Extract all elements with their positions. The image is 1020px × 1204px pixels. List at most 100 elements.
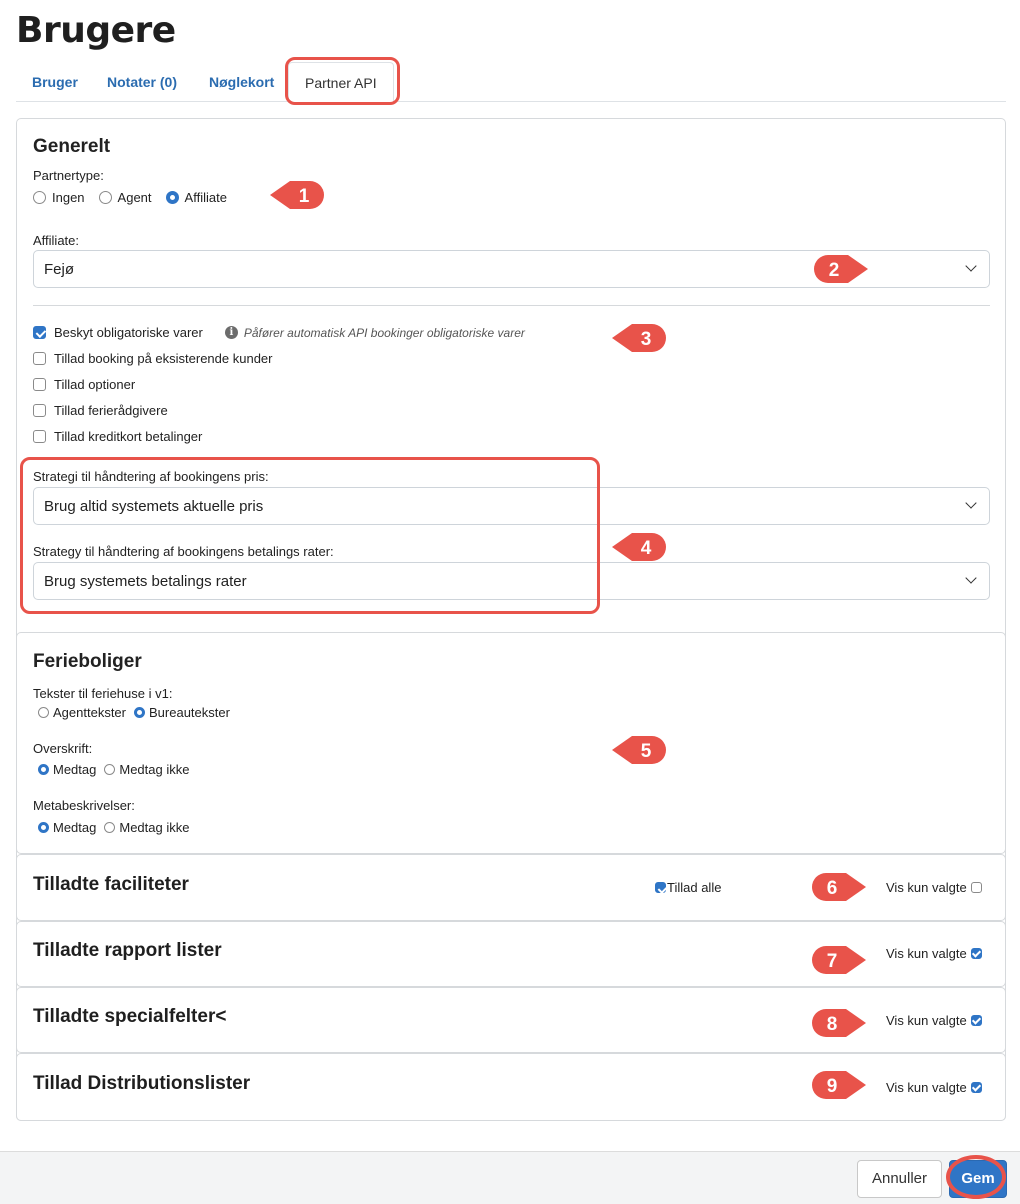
existing-customers-label: Tillad booking på eksisterende kunder [54, 351, 273, 366]
svg-text:6: 6 [827, 878, 838, 899]
partner-type-ingen-radio[interactable] [33, 191, 46, 204]
radio-label: Medtag [53, 762, 97, 777]
headline-label: Overskrift: [33, 741, 93, 756]
svg-text:4: 4 [641, 538, 652, 559]
page-title: Brugere [16, 10, 176, 51]
annotation-marker-6: 6 [812, 873, 866, 901]
svg-text:2: 2 [829, 260, 840, 281]
radio-label: Agenttekster [53, 705, 126, 720]
agent-texts-radio[interactable] [38, 707, 49, 718]
annotation-marker-7: 7 [812, 946, 866, 974]
checkbox-row-holiday-advisors: Tillad ferierådgivere [33, 403, 168, 418]
texts-radio-group: Agenttekster Bureautekster [38, 705, 244, 720]
distribution-lists-show-selected-checkbox[interactable] [970, 1082, 982, 1093]
protect-mandatory-checkbox[interactable] [33, 326, 46, 339]
checkbox-row-protect-mandatory: Beskyt obligatoriske varer i Påfører aut… [33, 325, 525, 340]
protect-mandatory-hint: Påfører automatisk API bookinger obligat… [243, 325, 525, 340]
annotation-marker-2: 2 [814, 255, 868, 283]
existing-customers-checkbox[interactable] [33, 352, 46, 365]
tab-bruger[interactable]: Bruger [32, 74, 78, 90]
holiday-homes-title: Ferieboliger [33, 651, 142, 672]
divider [33, 305, 990, 306]
meta-include-radio[interactable] [38, 822, 49, 833]
price-strategy-select[interactable]: Brug altid systemets aktuelle pris [33, 487, 990, 525]
checkbox-row-credit-card: Tillad kreditkort betalinger [33, 429, 202, 444]
tab-partner-api[interactable]: Partner API [288, 62, 394, 103]
holiday-advisors-label: Tillad ferierådgivere [54, 403, 168, 418]
rates-strategy-label: Strategy til håndtering af bookingens be… [33, 544, 334, 559]
cancel-button[interactable]: Annuller [857, 1160, 942, 1198]
distribution-lists-title: Tillad Distributionslister [33, 1073, 251, 1094]
annotation-marker-3: 3 [612, 324, 666, 352]
special-fields-title: Tilladte specialfelter< [33, 1006, 227, 1027]
rates-strategy-select[interactable]: Brug systemets betalings rater [33, 562, 990, 600]
holiday-advisors-checkbox[interactable] [33, 404, 46, 417]
price-strategy-value: Brug altid systemets aktuelle pris [44, 498, 264, 515]
report-lists-show-selected: Vis kun valgte [886, 946, 982, 961]
allow-all-checkbox[interactable] [655, 882, 666, 893]
radio-label: Medtag ikke [119, 762, 190, 777]
partner-type-radio-group: Ingen Agent Affiliate [33, 190, 241, 205]
chevron-down-icon [965, 572, 977, 584]
options-checkbox[interactable] [33, 378, 46, 391]
meta-label: Metabeskrivelser: [33, 798, 135, 813]
checkbox-row-options: Tillad optioner [33, 377, 135, 392]
rates-strategy-value: Brug systemets betalings rater [44, 573, 247, 590]
headline-include-radio[interactable] [38, 764, 49, 775]
affiliate-label: Affiliate: [33, 233, 80, 248]
general-section-title: Generelt [33, 136, 111, 157]
facilities-show-selected: Vis kun valgte [886, 880, 982, 895]
chevron-down-icon [965, 497, 977, 509]
checkbox-row-existing-customers: Tillad booking på eksisterende kunder [33, 351, 273, 366]
info-icon: i [224, 326, 238, 339]
distribution-lists-show-selected: Vis kun valgte [886, 1080, 982, 1095]
svg-text:3: 3 [641, 329, 652, 350]
report-lists-title: Tilladte rapport lister [33, 940, 222, 961]
annotation-marker-4: 4 [612, 533, 666, 561]
annotation-marker-5: 5 [612, 736, 666, 764]
tab-noeglekort[interactable]: Nøglekort [209, 74, 274, 90]
special-fields-show-selected-checkbox[interactable] [970, 1015, 982, 1026]
meta-exclude-radio[interactable] [104, 822, 116, 833]
show-selected-label: Vis kun valgte [886, 1013, 967, 1028]
show-selected-label: Vis kun valgte [886, 880, 967, 895]
affiliate-select-value: Fejø [44, 261, 74, 278]
facilities-show-selected-checkbox[interactable] [970, 882, 982, 893]
options-label: Tillad optioner [54, 377, 136, 392]
partner-type-agent-radio[interactable] [98, 191, 112, 204]
radio-label: Ingen [52, 190, 85, 205]
facilities-title: Tilladte faciliteter [33, 874, 189, 895]
partner-type-label: Partnertype: [33, 168, 104, 183]
tab-bar: Bruger Notater (0) Nøglekort Partner API [16, 62, 1006, 103]
annotation-marker-8: 8 [812, 1009, 866, 1037]
chevron-down-icon [965, 260, 977, 272]
annotation-marker-9: 9 [812, 1071, 866, 1099]
svg-text:7: 7 [827, 951, 838, 972]
tab-notater[interactable]: Notater (0) [107, 74, 177, 90]
svg-text:1: 1 [299, 186, 310, 207]
report-lists-show-selected-checkbox[interactable] [970, 948, 982, 959]
footer-bar: Annuller Gem [0, 1151, 1020, 1204]
headline-exclude-radio[interactable] [104, 764, 116, 775]
radio-label: Agent [117, 190, 152, 205]
partner-type-affiliate-radio[interactable] [165, 191, 179, 204]
price-strategy-label: Strategi til håndtering af bookingens pr… [33, 469, 269, 484]
credit-card-checkbox[interactable] [33, 430, 46, 443]
radio-label: Medtag ikke [119, 820, 190, 835]
meta-radio-group: Medtag Medtag ikke [38, 820, 203, 835]
show-selected-label: Vis kun valgte [886, 1080, 967, 1095]
credit-card-label: Tillad kreditkort betalinger [54, 429, 203, 444]
save-button[interactable]: Gem [949, 1160, 1007, 1198]
special-fields-show-selected: Vis kun valgte [886, 1013, 982, 1028]
show-selected-label: Vis kun valgte [886, 946, 967, 961]
allow-all-row: Tillad alle [655, 880, 721, 895]
svg-text:9: 9 [827, 1076, 838, 1097]
allow-all-label: Tillad alle [667, 880, 722, 895]
protect-mandatory-label: Beskyt obligatoriske varer [54, 325, 203, 340]
radio-label: Affiliate [184, 190, 227, 205]
radio-label: Bureautekster [149, 705, 230, 720]
bureau-texts-radio[interactable] [134, 707, 145, 718]
svg-text:5: 5 [641, 741, 652, 762]
headline-radio-group: Medtag Medtag ikke [38, 762, 203, 777]
radio-label: Medtag [53, 820, 97, 835]
